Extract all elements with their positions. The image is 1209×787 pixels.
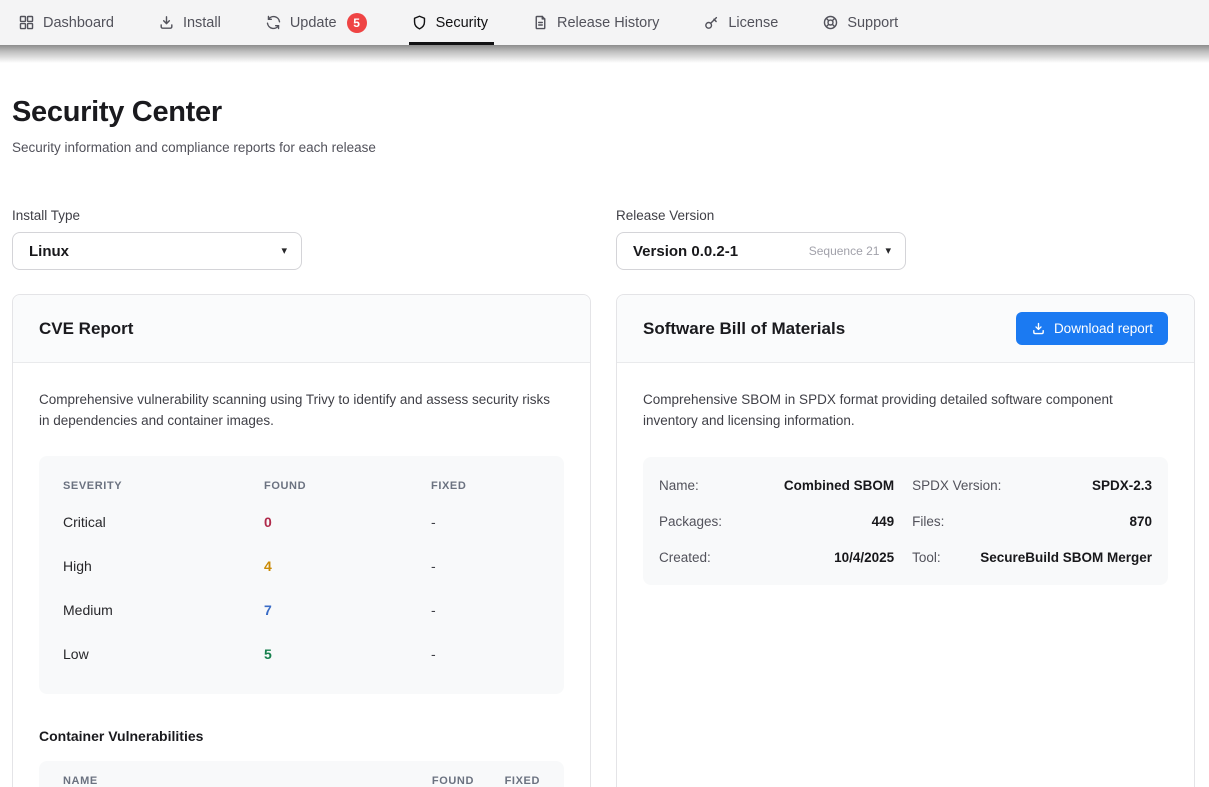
detail-value: Combined SBOM [784,478,894,493]
nav-label: Update [290,15,337,31]
chevron-down-icon: ▾ [885,246,891,257]
sbom-title: Software Bill of Materials [643,319,845,339]
fixed-count: - [431,514,540,530]
table-row: High 4 - [63,544,540,588]
severity-label: High [63,558,264,574]
col-found: FOUND [386,775,474,787]
detail-label: Created: [659,550,711,565]
sbom-detail-created: Created: 10/4/2025 [659,539,894,575]
chevron-down-icon: ▾ [281,246,287,257]
cve-report-card: CVE Report Comprehensive vulnerability s… [12,294,591,787]
container-vulnerabilities-table-header: NAME FOUND FIXED [39,761,564,787]
found-count: 4 [264,558,431,574]
download-icon [158,14,175,31]
nav-item-dashboard[interactable]: Dashboard [18,0,114,45]
sbom-detail-name: Name: Combined SBOM [659,467,894,503]
release-version-select[interactable]: Version 0.0.2-1 Sequence 21 ▾ [616,232,906,270]
fixed-count: - [431,602,540,618]
found-count: 5 [264,646,431,662]
sbom-card: Software Bill of Materials Download repo… [616,294,1195,787]
nav-item-security[interactable]: Security [411,0,488,45]
release-version-field: Release Version Version 0.0.2-1 Sequence… [616,208,1195,270]
detail-value: SecureBuild SBOM Merger [980,550,1152,565]
nav-item-license[interactable]: License [703,0,778,45]
nav-label: Support [847,15,898,31]
detail-label: SPDX Version: [912,478,1001,493]
install-type-label: Install Type [12,208,591,223]
detail-value: 870 [1129,514,1152,529]
shield-icon [411,14,428,31]
nav-shadow-divider [0,45,1209,63]
col-severity: SEVERITY [63,480,264,492]
table-row: Low 5 - [63,632,540,676]
fixed-count: - [431,558,540,574]
nav-item-update[interactable]: Update 5 [265,0,367,45]
cve-report-description: Comprehensive vulnerability scanning usi… [39,389,564,431]
sbom-detail-spdx-version: SPDX Version: SPDX-2.3 [912,467,1152,503]
detail-value: 449 [872,514,895,529]
install-type-select[interactable]: Linux ▾ [12,232,302,270]
cve-report-title: CVE Report [39,319,133,339]
install-type-field: Install Type Linux ▾ [12,208,591,270]
found-count: 7 [264,602,431,618]
download-icon [1031,321,1046,336]
nav-item-release-history[interactable]: Release History [532,0,659,45]
detail-value: SPDX-2.3 [1092,478,1152,493]
sbom-description: Comprehensive SBOM in SPDX format provid… [643,389,1168,431]
nav-item-install[interactable]: Install [158,0,221,45]
detail-label: Packages: [659,514,722,529]
detail-label: Name: [659,478,699,493]
key-icon [703,14,720,31]
col-fixed: FIXED [431,480,540,492]
download-report-button[interactable]: Download report [1016,312,1168,345]
found-count: 0 [264,514,431,530]
severity-table-header: SEVERITY FOUND FIXED [63,472,540,500]
detail-label: Tool: [912,550,941,565]
severity-label: Low [63,646,264,662]
nav-label: License [728,15,778,31]
cve-report-header: CVE Report [13,295,590,363]
dashboard-grid-icon [18,14,35,31]
severity-label: Critical [63,514,264,530]
nav-label: Dashboard [43,15,114,31]
release-sequence-label: Sequence 21 [809,244,880,258]
nav-item-support[interactable]: Support [822,0,898,45]
detail-value: 10/4/2025 [834,550,894,565]
sbom-header: Software Bill of Materials Download repo… [617,295,1194,363]
update-count-badge: 5 [347,13,367,33]
lifebuoy-icon [822,14,839,31]
col-name: NAME [63,775,386,787]
sbom-detail-packages: Packages: 449 [659,503,894,539]
sbom-detail-files: Files: 870 [912,503,1152,539]
sbom-details: Name: Combined SBOM SPDX Version: SPDX-2… [643,457,1168,585]
nav-label: Install [183,15,221,31]
severity-label: Medium [63,602,264,618]
detail-label: Files: [912,514,944,529]
download-report-label: Download report [1054,321,1153,336]
refresh-icon [265,14,282,31]
col-fixed: FIXED [474,775,540,787]
col-found: FOUND [264,480,431,492]
page-title: Security Center [12,96,1195,129]
container-vulnerabilities-title: Container Vulnerabilities [39,728,564,744]
fixed-count: - [431,646,540,662]
nav-label: Release History [557,15,659,31]
table-row: Medium 7 - [63,588,540,632]
release-version-label: Release Version [616,208,1195,223]
sbom-detail-tool: Tool: SecureBuild SBOM Merger [912,539,1152,575]
nav-label: Security [436,15,488,31]
page-subtitle: Security information and compliance repo… [12,140,1195,155]
install-type-value: Linux [29,243,69,260]
top-nav: Dashboard Install Update 5 Security Rele… [0,0,1209,45]
document-icon [532,14,549,31]
release-version-value: Version 0.0.2-1 [633,243,738,260]
table-row: Critical 0 - [63,500,540,544]
severity-table: SEVERITY FOUND FIXED Critical 0 - High 4… [39,456,564,694]
